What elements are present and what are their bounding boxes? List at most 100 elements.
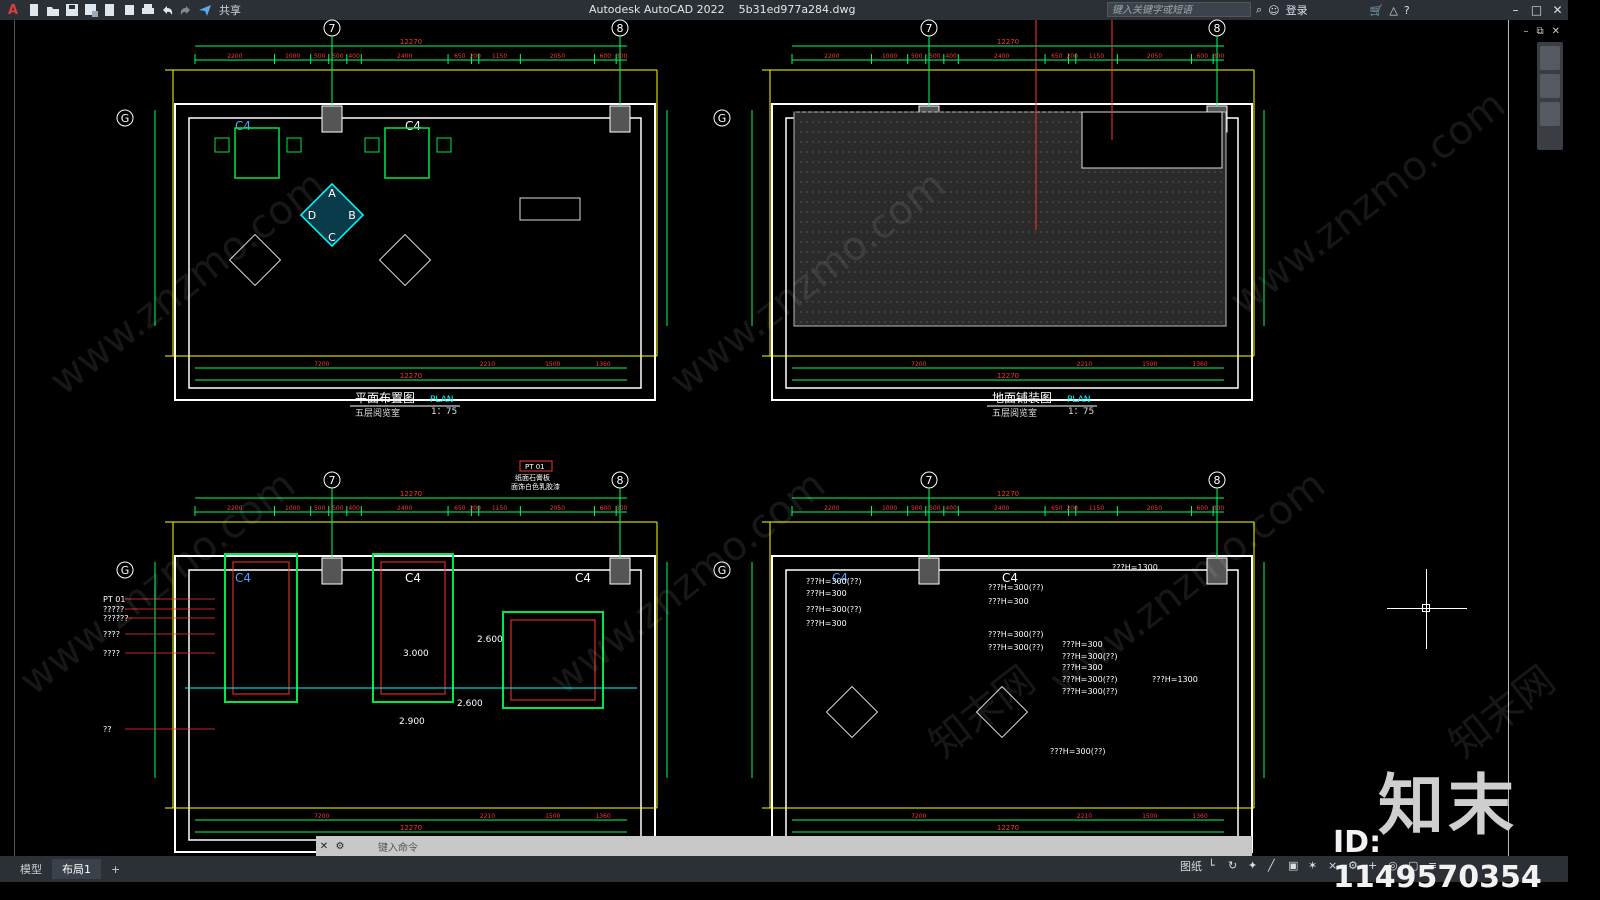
dimension-value: 1360 [595, 361, 610, 368]
crosshair-pickbox [1422, 604, 1430, 612]
dimension-value: 2050 [1147, 505, 1162, 512]
chair [436, 137, 452, 153]
grid-label-7: 7 [329, 22, 336, 35]
dimension-value: 400 [348, 505, 360, 512]
brand-id: ID: 1149570354 [1333, 825, 1542, 895]
selection-icon[interactable]: ▣ [1288, 859, 1302, 873]
dimension-overall: 12270 [997, 490, 1019, 498]
note-tag: PT 01 [525, 463, 545, 471]
tab-layout1[interactable]: 布局1 [52, 859, 101, 879]
dimension-value: 2400 [994, 53, 1009, 60]
dimension-value: 1000 [285, 53, 300, 60]
dimension-value: 1500 [545, 361, 560, 368]
command-line[interactable]: ✕ ⚙ 键入命令 [316, 836, 1252, 856]
socket-label: ???H=300(??) [988, 630, 1043, 639]
note-line: 面饰白色乳胶漆 [511, 482, 560, 491]
dimension-overall: 12270 [997, 38, 1019, 46]
dimension-value: 1360 [595, 813, 610, 820]
grid-label-7: 7 [329, 474, 336, 487]
dimension-value: 650 [454, 505, 466, 512]
ceiling-level: 2.600 [457, 699, 483, 709]
cad-drawing: 122702200 1000 500 500 400 2400 650 200 1150 2050… [103, 19, 1265, 859]
column [609, 105, 631, 133]
dimension-value: 500 [332, 505, 344, 512]
dimension-value: 1150 [492, 505, 507, 512]
dimension-value: 1000 [882, 505, 897, 512]
dimension-value: 1500 [545, 813, 560, 820]
dimension-value: 650 [454, 53, 466, 60]
room-tag: C4 [235, 571, 251, 585]
close-icon[interactable]: ✕ [316, 841, 332, 852]
index-tag: C [328, 231, 336, 244]
dimension-value: 200 [469, 53, 481, 60]
table [384, 127, 430, 179]
plan-title-en: PLAN [430, 395, 454, 405]
dimension-value: 1500 [1142, 361, 1157, 368]
dimension-value: 500 [929, 505, 941, 512]
dimension-value: 2200 [227, 53, 242, 60]
dimension-value: 2400 [397, 53, 412, 60]
plan-subtitle: 五层阅览室 [355, 407, 400, 419]
dimension-value: 7200 [314, 361, 329, 368]
tab-model[interactable]: 模型 [10, 859, 52, 879]
dimension-value: 650 [1051, 53, 1063, 60]
square-table [825, 685, 879, 739]
lineweight-icon[interactable]: ╱ [1268, 859, 1282, 873]
dimension-value: 1000 [882, 53, 897, 60]
dimension-value: 400 [945, 505, 957, 512]
grid-label-g: G [121, 564, 130, 577]
grid-label-g: G [121, 112, 130, 125]
column [321, 105, 343, 133]
dimension-overall: 12270 [997, 824, 1019, 832]
dimension-value: 400 [348, 53, 360, 60]
index-tag: B [348, 209, 356, 222]
note-line: 纸面石膏板 [515, 473, 550, 482]
dimension-value: 2400 [994, 505, 1009, 512]
polar-icon[interactable]: ↻ [1228, 859, 1242, 873]
grid-label-7: 7 [926, 22, 933, 35]
desk [519, 197, 581, 221]
dimension-value: 2050 [1147, 53, 1162, 60]
socket-label: ???H=300 [806, 589, 847, 598]
room-tag: C4 [405, 571, 421, 585]
column [609, 557, 631, 585]
dimension-value: 2050 [550, 53, 565, 60]
dimension-value: 600 [600, 53, 612, 60]
dimension-value: 300 [1213, 53, 1225, 60]
dimension-value: 1360 [1192, 361, 1207, 368]
dimension-value: 2200 [824, 505, 839, 512]
grid-label-8: 8 [617, 474, 624, 487]
dimension-value: 300 [1213, 505, 1225, 512]
dimension-value: 2210 [1077, 361, 1092, 368]
dimension-overall: 12270 [400, 490, 422, 498]
paper-toggle[interactable]: 图纸 [1180, 858, 1202, 874]
customize-icon[interactable]: ⚙ [332, 841, 348, 852]
dimension-value: 300 [616, 53, 628, 60]
dimension-value: 500 [314, 53, 326, 60]
osnap-icon[interactable]: ✦ [1248, 859, 1262, 873]
dimension-value: 1150 [1089, 505, 1104, 512]
dimension-value: 7200 [314, 813, 329, 820]
plan-scale: 1：75 [431, 407, 457, 417]
room-tag: C4 [405, 119, 421, 133]
tile-zone [1081, 111, 1223, 169]
socket-label: ???H=300(??) [988, 643, 1043, 652]
dimension-value: 7200 [911, 813, 926, 820]
dimension-overall: 12270 [400, 824, 422, 832]
dimension-value: 2400 [397, 505, 412, 512]
plan-scale: 1：75 [1068, 407, 1094, 417]
plan-subtitle: 五层阅览室 [992, 407, 1037, 419]
dimension-value: 1360 [1192, 813, 1207, 820]
dimension-overall: 12270 [400, 38, 422, 46]
grid-label-7: 7 [926, 474, 933, 487]
ceiling-level: 3.000 [403, 649, 429, 659]
tab-add[interactable]: + [101, 861, 130, 878]
command-input[interactable]: 键入命令 [378, 839, 418, 854]
socket-label: ???H=300(??) [1050, 747, 1105, 756]
dimension-value: 1500 [1142, 813, 1157, 820]
dimension-value: 400 [945, 53, 957, 60]
plan-title: 平面布置图 [355, 391, 415, 405]
ortho-icon[interactable]: └ [1208, 859, 1222, 873]
dimension-value: 2210 [480, 813, 495, 820]
annotation-icon[interactable]: ✶ [1308, 859, 1322, 873]
